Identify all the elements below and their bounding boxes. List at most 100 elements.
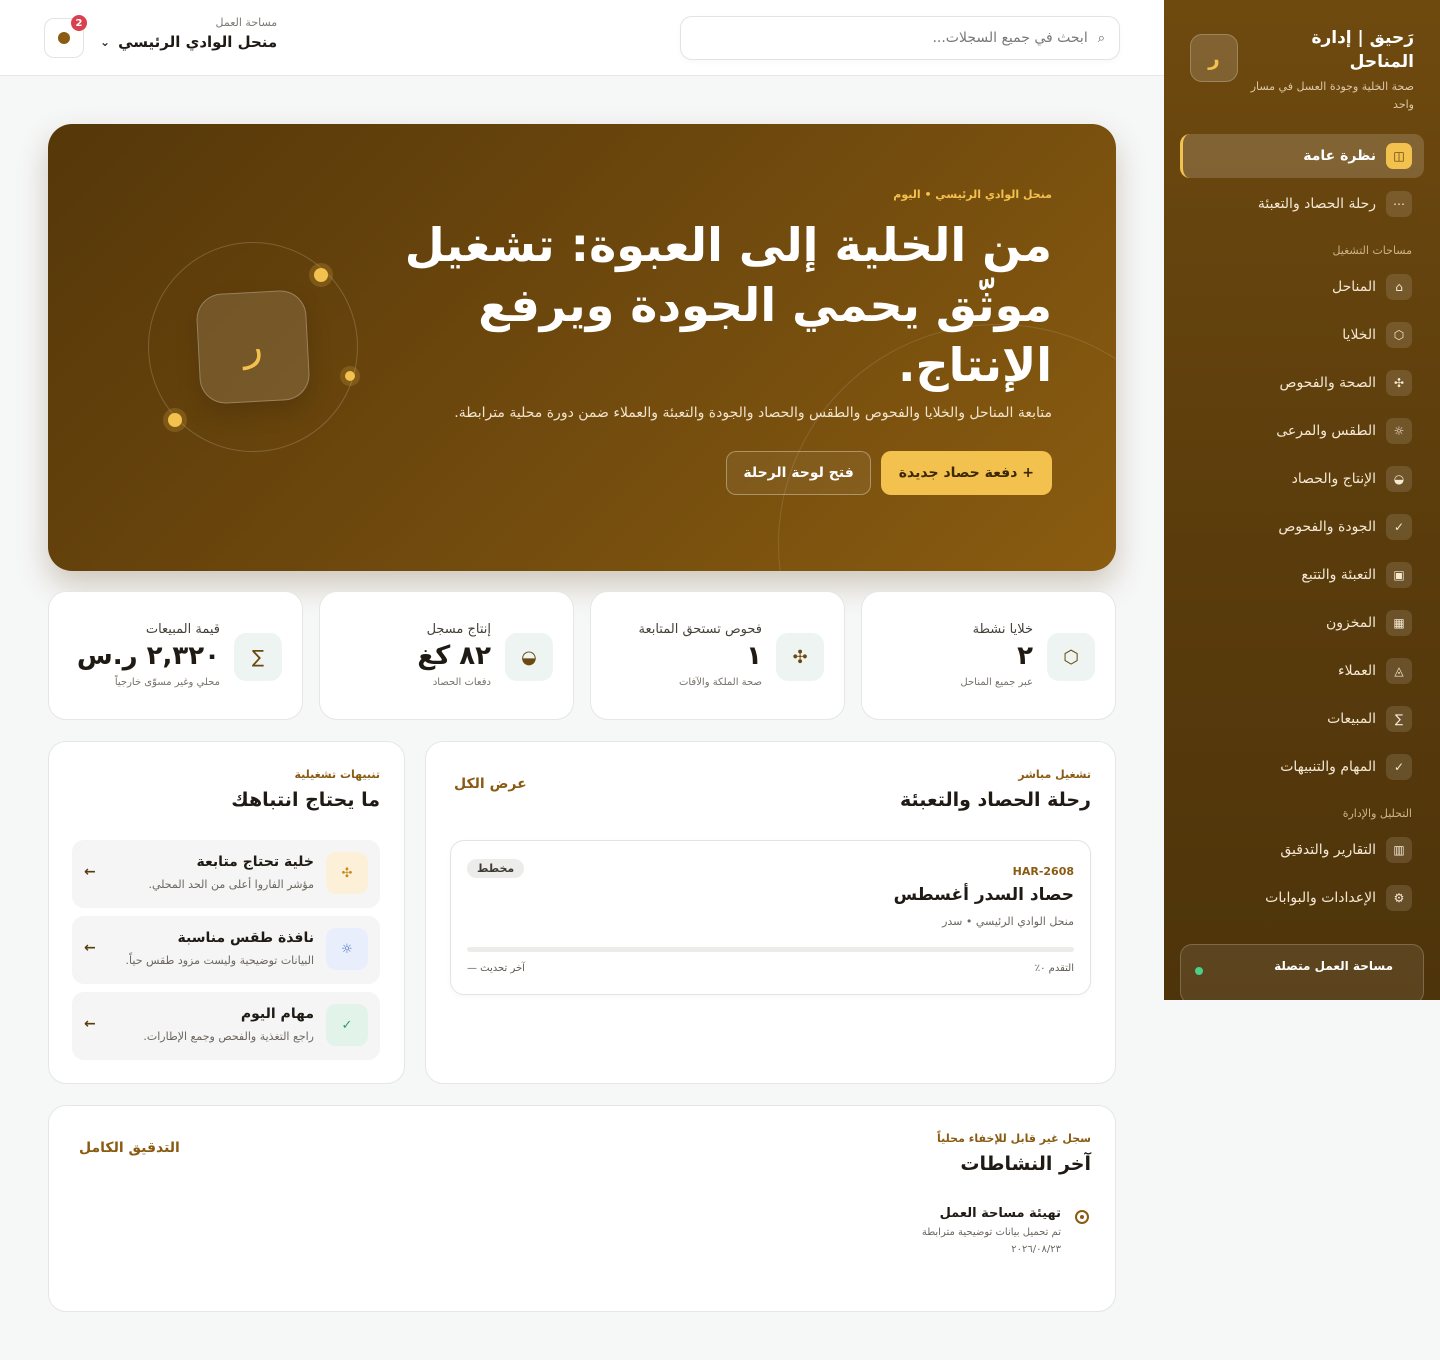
sidebar-item-reports[interactable]: ▥ التقارير والتدقيق (1180, 828, 1424, 872)
alert-title: مهام اليوم (240, 1006, 314, 1022)
new-harvest-batch-button[interactable]: + دفعة حصاد جديدة (880, 451, 1052, 495)
sidebar-item-apiary[interactable]: ⌂ المناحل (1180, 265, 1424, 309)
stat-body: خلايا نشطة ٢ عبر جميع المناحل (960, 622, 1033, 688)
stat-value: ١ (746, 641, 762, 671)
search-bar[interactable]: ⌕ (680, 16, 1120, 60)
hero-logo: ر (195, 289, 311, 405)
last-updated-label: آخر تحديث — (467, 963, 525, 974)
notifications-button[interactable]: 2 (44, 15, 87, 58)
sidebar-item-label: التقارير والتدقيق (1280, 842, 1376, 858)
activity-item: تهيئة مساحة العمل تم تحميل بيانات توضيحي… (922, 1206, 1089, 1255)
activity-time: ٢٠٢٦/٠٨/٢٣ (1011, 1244, 1061, 1255)
inventory-icon: ▦ (1386, 610, 1412, 636)
sidebar-item-label: رحلة الحصاد والتعبئة (1257, 196, 1376, 212)
workspace-switcher[interactable]: مساحة العمل منحل الوادي الرئيسي ⌄ (100, 16, 277, 51)
sidebar-item-grid[interactable]: ◫ نظرة عامة (1180, 134, 1424, 178)
panel-title: آخر النشاطات (960, 1153, 1091, 1175)
arrow-left-icon: ← (84, 940, 96, 956)
sidebar-item-label: الصحة والفحوص (1279, 375, 1376, 391)
reports-icon: ▥ (1386, 837, 1412, 863)
harvest-journey-panel: تشغيل مباشر رحلة الحصاد والتعبئة عرض الك… (425, 741, 1116, 1084)
stat-card-production: ◒ إنتاج مسجل ٨٢ كغ دفعات الحصاد (319, 591, 574, 720)
stat-label: فحوص تستحق المتابعة (638, 622, 762, 637)
workspace-name-row: منحل الوادي الرئيسي ⌄ (100, 33, 277, 51)
customers-icon: ◬ (1386, 658, 1412, 684)
sun-icon: ☼ (1386, 418, 1412, 444)
workspace-label: مساحة العمل (215, 16, 278, 29)
sidebar-item-label: المبيعات (1327, 711, 1376, 727)
sidebar-item-label: المهام والتنبيهات (1280, 759, 1376, 775)
sidebar-item-sun[interactable]: ☼ الطقس والمرعى (1180, 409, 1424, 453)
settings-icon: ⚙ (1386, 885, 1412, 911)
panel-header: سجل غير قابل للإخفاء محلياً آخر النشاطات (937, 1132, 1091, 1175)
sidebar-item-tasks[interactable]: ✓ المهام والتنبيهات (1180, 745, 1424, 789)
notification-badge: 2 (71, 15, 87, 31)
batch-code: HAR-2608 (1012, 865, 1074, 878)
arrow-left-icon: ← (84, 864, 96, 880)
panel-header: تشغيل مباشر رحلة الحصاد والتعبئة (900, 768, 1091, 811)
bell-icon (58, 32, 70, 44)
alert-desc: البيانات توضيحية وليست مزود طقس حياً. (125, 954, 314, 967)
stat-sub: محلي وغير مسوّى خارجياً (114, 677, 220, 688)
hero-title: من الخلية إلى العبوة: تشغيل موثّق يحمي ا… (404, 218, 1052, 392)
hive-icon: ⬡ (1386, 322, 1412, 348)
nav-section-ops: مساحات التشغيل (1332, 244, 1412, 257)
sidebar-item-harvest[interactable]: ◒ الإنتاج والحصاد (1180, 457, 1424, 501)
full-audit-link[interactable]: التدقيق الكامل (79, 1140, 180, 1156)
hero-description: متابعة المناحل والخلايا والفحوص والطقس و… (454, 405, 1052, 421)
stat-value: ٢,٣٢٠ ر.س (76, 641, 220, 671)
panel-title: رحلة الحصاد والتعبئة (899, 789, 1091, 811)
sidebar-item-label: الإعدادات والبوابات (1265, 890, 1376, 906)
sidebar-item-package[interactable]: ▣ التعبئة والتتبع (1180, 553, 1424, 597)
hero-content: منحل الوادي الرئيسي • اليوم من الخلية إل… (392, 188, 1052, 495)
sidebar-item-health[interactable]: ✣ الصحة والفحوص (1180, 361, 1424, 405)
sidebar-item-hive[interactable]: ⬡ الخلايا (1180, 313, 1424, 357)
stat-body: قيمة المبيعات ٢,٣٢٠ ر.س محلي وغير مسوّى … (77, 622, 220, 688)
status-badge: مخطط (467, 859, 525, 878)
route-icon: ⋯ (1386, 191, 1412, 217)
arrow-left-icon: ← (84, 1016, 96, 1032)
panel-kicker: تنبيهات تشغيلية (294, 768, 380, 781)
sigma-icon: ∑ (1386, 706, 1412, 732)
timeline-dot-icon (1075, 1210, 1089, 1224)
harvest-icon: ◒ (1386, 466, 1412, 492)
check-icon: ✓ (1386, 514, 1412, 540)
sidebar-item-label: المخزون (1325, 615, 1376, 631)
workspace-status: مساحة العمل متصلة (1180, 944, 1424, 1000)
hero-actions: + دفعة حصاد جديدة فتح لوحة الرحلة (392, 451, 1052, 495)
sidebar-item-inventory[interactable]: ▦ المخزون (1180, 601, 1424, 645)
status-online-icon (1195, 967, 1203, 975)
alert-item[interactable]: ✓ مهام اليوم راجع التغذية والفحص وجمع ال… (72, 992, 380, 1060)
progress-bar (467, 947, 1074, 952)
view-all-link[interactable]: عرض الكل (454, 776, 527, 792)
panel-kicker: تشغيل مباشر (1018, 768, 1091, 781)
batch-card[interactable]: HAR-2608 حصاد السدر أغسطس منحل الوادي ال… (450, 840, 1091, 995)
sidebar-item-settings[interactable]: ⚙ الإعدادات والبوابات (1180, 876, 1424, 920)
tasks-icon: ✓ (1386, 754, 1412, 780)
stat-body: فحوص تستحق المتابعة ١ صحة الملكة والآفات (638, 622, 762, 688)
stat-label: خلايا نشطة (972, 622, 1033, 637)
batch-name: حصاد السدر أغسطس (893, 885, 1074, 905)
batch-meta: منحل الوادي الرئيسي • سدر (942, 915, 1074, 928)
activity-title: تهيئة مساحة العمل (939, 1206, 1061, 1221)
sidebar-item-label: المناحل (1332, 279, 1376, 295)
activity-panel: سجل غير قابل للإخفاء محلياً آخر النشاطات… (48, 1105, 1116, 1312)
open-journey-board-button[interactable]: فتح لوحة الرحلة (726, 451, 871, 495)
alert-title: نافذة طقس مناسبة (177, 930, 314, 946)
sidebar-item-route[interactable]: ⋯ رحلة الحصاد والتعبئة (1180, 182, 1424, 226)
activity-desc: تم تحميل بيانات توضيحية مترابطة (921, 1227, 1061, 1238)
sidebar: رَحيق | إدارة المناحل صحة الخلية وجودة ا… (1164, 0, 1440, 1000)
sidebar-item-check[interactable]: ✓ الجودة والفحوص (1180, 505, 1424, 549)
topbar: ⌕ مساحة العمل منحل الوادي الرئيسي ⌄ 2 (0, 0, 1164, 76)
alert-item[interactable]: ☼ نافذة طقس مناسبة البيانات توضيحية وليس… (72, 916, 380, 984)
stat-sub: دفعات الحصاد (432, 677, 491, 688)
hero-banner: ر منحل الوادي الرئيسي • اليوم من الخلية … (48, 124, 1116, 571)
sigma-icon: ∑ (234, 633, 282, 681)
sidebar-item-customers[interactable]: ◬ العملاء (1180, 649, 1424, 693)
alert-item[interactable]: ✣ خلية تحتاج متابعة مؤشر الفاروا أعلى من… (72, 840, 380, 908)
brand-text: رَحيق | إدارة المناحل صحة الخلية وجودة ا… (1250, 26, 1414, 114)
stat-label: قيمة المبيعات (145, 622, 220, 637)
sidebar-item-sigma[interactable]: ∑ المبيعات (1180, 697, 1424, 741)
stat-sub: عبر جميع المناحل (960, 677, 1033, 688)
search-input[interactable] (695, 30, 1088, 46)
